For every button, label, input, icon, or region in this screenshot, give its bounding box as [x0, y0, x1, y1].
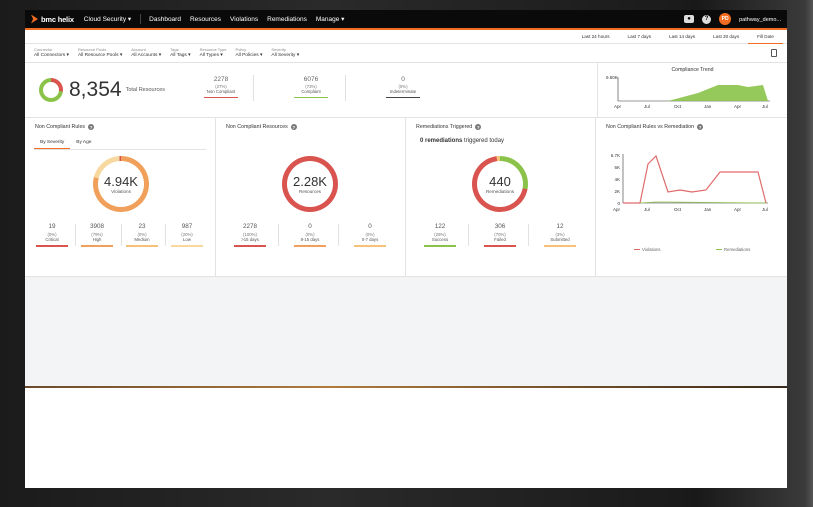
filter-connector[interactable]: Connector All Connectors ▾ — [34, 47, 69, 58]
vs-chart-title: Non Compliant Rules vs Remediation ? — [606, 124, 704, 130]
camera-icon[interactable]: ● — [684, 15, 695, 23]
vs-x-tick: Jul — [762, 207, 768, 212]
nav-manage[interactable]: Manage ▾ — [316, 15, 345, 23]
nav-separator — [140, 14, 142, 24]
tab-by-age[interactable]: By Age — [70, 138, 97, 149]
date-tab-30d[interactable]: Last 30 days — [704, 30, 748, 44]
stat-0-7-days[interactable]: 0 (0%) 0-7 days — [352, 223, 388, 247]
resources-summary: 8,354 Total Resources 2278 (27%) Non Com… — [25, 63, 597, 117]
trend-x-tick: Jan — [704, 104, 712, 109]
compliance-trend-chart[interactable]: 9.60K Apr Jul Oct Jan Apr Jul — [598, 71, 787, 111]
vs-x-tick: Oct — [674, 207, 682, 212]
vs-y-tick: 6.7K — [611, 153, 620, 158]
stat-over-15-days[interactable]: 2278 (100%) >15 days — [232, 223, 268, 247]
nav-remediations[interactable]: Remediations — [267, 16, 307, 23]
question-icon[interactable]: ? — [475, 124, 482, 130]
remediations-panel: Remediations Triggered ? 0 remediations … — [406, 118, 596, 276]
trend-x-tick: Jul — [762, 104, 768, 109]
date-tab-14d[interactable]: Last 14 days — [660, 30, 704, 44]
vs-y-tick: 6K — [614, 165, 620, 170]
resources-ring[interactable]: 2.28K Resources — [282, 156, 338, 212]
vs-y-tick: 4K — [614, 177, 620, 182]
panels-row: Non Compliant Rules ? By Severity By Age… — [25, 118, 787, 277]
nav-dashboard[interactable]: Dashboard — [149, 16, 181, 23]
non-compliant-resources-panel: Non Compliant Resources ? 2.28K Resource… — [216, 118, 406, 276]
total-resources-count: 8,354 — [69, 78, 122, 101]
empty-dashboard-area — [25, 297, 787, 387]
filter-policy[interactable]: Policy All Policies ▾ — [235, 47, 262, 58]
legend-violations[interactable]: Violations — [634, 247, 661, 252]
remediations-today: 0 remediations triggered today — [420, 138, 505, 144]
vs-y-tick: 2K — [614, 189, 620, 194]
trend-x-tick: Jul — [644, 104, 650, 109]
app-screen: bmc helix Cloud Security ▾ Dashboard Res… — [25, 10, 787, 488]
stat-critical[interactable]: 19 (0%) Critical — [34, 223, 70, 247]
trend-y-tick: 9.60K — [606, 75, 618, 80]
stat-low[interactable]: 987 (20%) Low — [169, 223, 205, 247]
rules-tabs: By Severity By Age — [34, 138, 206, 150]
rules-vs-remediation-chart[interactable]: 6.7K 6K 4K 2K 0 Apr Jul Oct Jan Apr Jul — [596, 152, 781, 232]
trend-x-tick: Oct — [674, 104, 682, 109]
bmc-logo-icon — [31, 14, 38, 24]
vs-y-tick: 0 — [617, 201, 620, 206]
vs-x-tick: Jan — [704, 207, 712, 212]
nav-violations[interactable]: Violations — [230, 16, 258, 23]
stat-success[interactable]: 122 (28%) Success — [422, 223, 458, 247]
non-compliant-rules-panel: Non Compliant Rules ? By Severity By Age… — [25, 118, 216, 276]
question-icon[interactable]: ? — [697, 124, 704, 130]
rules-title: Non Compliant Rules ? — [35, 124, 95, 130]
remediations-ring[interactable]: 440 Remediations — [472, 156, 528, 212]
avatar[interactable]: PD — [719, 13, 732, 25]
legend-remediations[interactable]: Remediations — [716, 247, 750, 252]
lower-screen-area — [25, 388, 787, 488]
date-range-bar: Last 24 hours Last 7 days Last 14 days L… — [25, 30, 787, 44]
compliance-donut — [39, 78, 63, 102]
violations-line — [623, 154, 767, 204]
nav-cloud-security[interactable]: Cloud Security ▾ — [84, 15, 131, 23]
metric-indeterminate[interactable]: 0 (0%) Indeterminate — [375, 76, 431, 99]
vs-x-tick: Apr — [734, 207, 742, 212]
nav-resources[interactable]: Resources — [190, 16, 221, 23]
vs-x-tick: Jul — [644, 207, 650, 212]
date-tab-fill-date[interactable]: Fill Date — [748, 30, 783, 44]
trend-x-tick: Apr — [734, 104, 742, 109]
summary-row: 8,354 Total Resources 2278 (27%) Non Com… — [25, 63, 787, 118]
stat-submitted[interactable]: 12 (3%) Submitted — [542, 223, 578, 247]
export-icon[interactable] — [771, 49, 777, 57]
user-menu[interactable]: pathway_demo... — [739, 14, 781, 24]
stat-failed[interactable]: 306 (70%) Failed — [482, 223, 518, 247]
stat-medium[interactable]: 23 (0%) Medium — [124, 223, 160, 247]
date-tab-24h[interactable]: Last 24 hours — [573, 30, 619, 44]
vs-x-tick: Apr — [613, 207, 621, 212]
compliance-trend-panel: Compliance Trend 9.60K Apr Jul Oct Jan A… — [597, 63, 787, 117]
filter-account[interactable]: Account All Accounts ▾ — [131, 47, 161, 58]
resources-title: Non Compliant Resources ? — [226, 124, 297, 130]
metric-non-compliant[interactable]: 2278 (27%) Non Compliant — [193, 76, 249, 99]
rules-vs-remediation-panel: Non Compliant Rules vs Remediation ? 6.7… — [596, 118, 787, 276]
tab-by-severity[interactable]: By Severity — [34, 138, 71, 149]
date-tab-7d[interactable]: Last 7 days — [619, 30, 661, 44]
brand-logo[interactable]: bmc helix — [31, 14, 74, 24]
help-icon[interactable]: ? — [702, 14, 712, 24]
stat-high[interactable]: 3908 (79%) High — [79, 223, 115, 247]
violations-ring[interactable]: 4.94K Violations — [93, 156, 149, 212]
trend-area — [618, 85, 768, 101]
filter-resource-pools[interactable]: Resource Pools All Resource Pools ▾ — [78, 47, 122, 58]
metric-compliant[interactable]: 6076 (73%) Compliant — [283, 76, 339, 99]
remediations-title: Remediations Triggered ? — [416, 124, 482, 130]
question-icon[interactable]: ? — [88, 124, 95, 130]
filter-severity[interactable]: Severity All Severity ▾ — [271, 47, 299, 58]
trend-x-tick: Apr — [614, 104, 622, 109]
filter-tags[interactable]: Tags All Tags ▾ — [170, 47, 190, 58]
filter-bar: Connector All Connectors ▾ Resource Pool… — [25, 44, 787, 63]
total-resources-label: Total Resources — [125, 86, 165, 93]
question-icon[interactable]: ? — [290, 124, 297, 130]
filter-resource-type[interactable]: Resource Type All Types ▾ — [200, 47, 227, 58]
top-nav: bmc helix Cloud Security ▾ Dashboard Res… — [25, 10, 787, 30]
stat-8-15-days[interactable]: 0 (0%) 8-15 days — [292, 223, 328, 247]
